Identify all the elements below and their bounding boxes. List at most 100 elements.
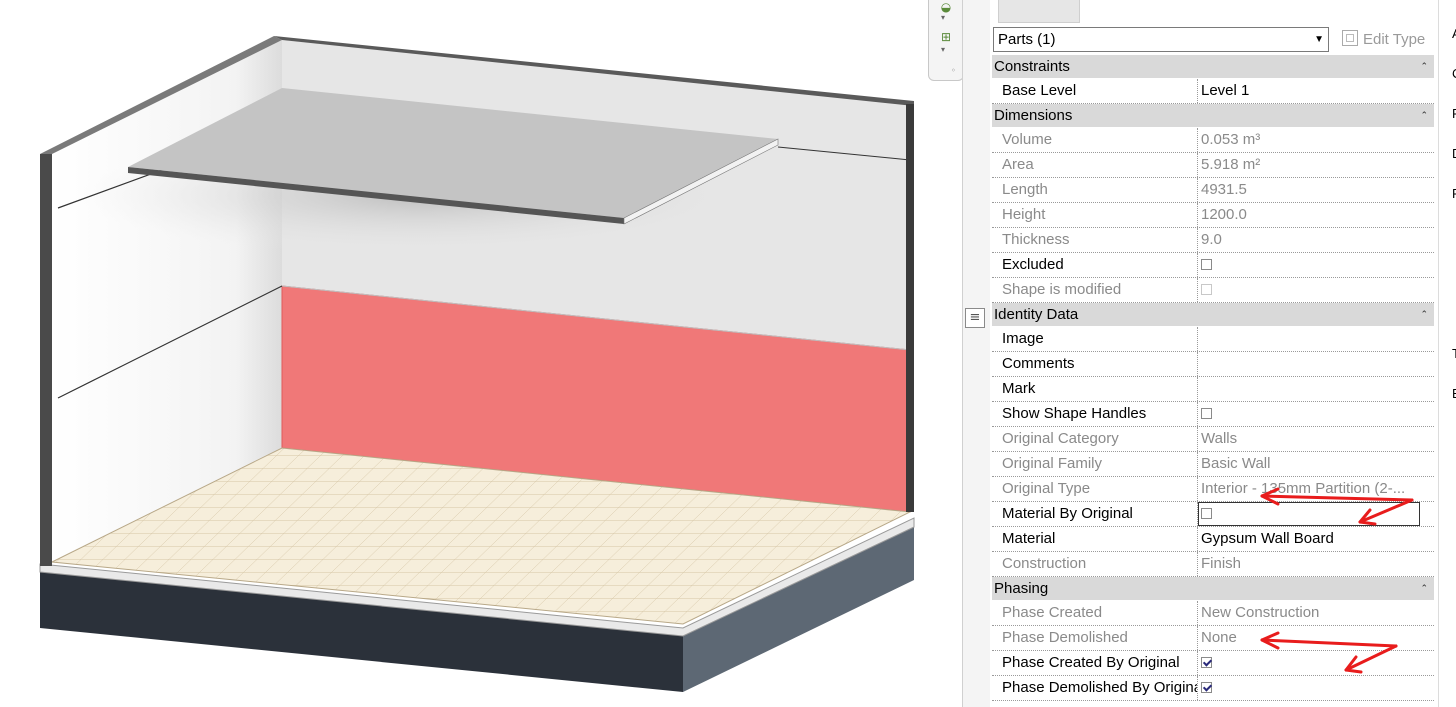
property-value-phase-demolished-by-original[interactable] (1198, 676, 1434, 700)
adjacent-label: E (1452, 386, 1456, 401)
property-value-material[interactable]: Gypsum Wall Board (1198, 527, 1434, 551)
checkbox[interactable] (1201, 682, 1212, 693)
property-row-phase-demolished: Phase Demolished None (992, 626, 1434, 651)
left-wall-edge (40, 154, 52, 566)
property-row-image: Image (992, 327, 1434, 352)
property-value-base-level[interactable]: Level 1 (1198, 79, 1434, 103)
property-value-comments[interactable] (1198, 352, 1434, 376)
property-value-thickness: 9.0 (1201, 231, 1222, 248)
property-value-material-by-original[interactable] (1198, 502, 1420, 526)
checkbox (1201, 284, 1212, 295)
property-name: Original Family (992, 452, 1198, 476)
property-name: Thickness (992, 228, 1198, 252)
property-value-height: 1200.0 (1201, 206, 1247, 223)
zoom-region-icon[interactable]: ⊞ (938, 30, 954, 44)
property-name: Phase Created By Original (992, 651, 1198, 675)
property-row-original-type: Original Type Interior - 135mm Partition … (992, 477, 1434, 502)
checkbox[interactable] (1201, 508, 1212, 519)
property-row-height: Height 1200.0 (992, 203, 1434, 228)
property-row-base-level: Base Level Level 1 (992, 79, 1434, 104)
panel-splitter[interactable]: ≡ (962, 0, 991, 707)
property-name: Shape is modified (992, 278, 1198, 302)
chevron-down-icon[interactable]: ▾ (941, 13, 945, 22)
group-header-dimensions[interactable]: Dimensions ⌃ (992, 104, 1434, 128)
property-name: Phase Demolished (992, 626, 1198, 650)
splitter-grip-icon[interactable]: ≡ (965, 308, 985, 328)
group-header-label: Dimensions (994, 107, 1073, 124)
properties-grid: Constraints ⌃ Base Level Level 1 Dimensions ⌃… (992, 55, 1434, 701)
property-value-original-category: Walls (1201, 430, 1238, 447)
group-header-label: Constraints (994, 58, 1070, 75)
collapse-chevron-icon[interactable]: ⌃ (1420, 104, 1428, 127)
property-row-original-family: Original Family Basic Wall (992, 452, 1434, 477)
property-row-area: Area 5.918 m² (992, 153, 1434, 178)
property-row-volume: Volume 0.053 m³ (992, 128, 1434, 153)
property-value-show-shape-handles[interactable] (1198, 402, 1434, 426)
group-header-label: Identity Data (994, 306, 1079, 323)
adjacent-label: A (1452, 26, 1456, 41)
checkbox[interactable] (1201, 259, 1212, 270)
property-row-material: Material Gypsum Wall Board (992, 527, 1434, 552)
property-row-thickness: Thickness 9.0 (992, 228, 1434, 253)
orbit-icon[interactable]: ◒ (938, 0, 954, 14)
chevron-down-icon[interactable]: ▼ (1314, 28, 1324, 51)
property-name: Comments (992, 352, 1198, 376)
checkbox[interactable] (1201, 408, 1212, 419)
property-value-image[interactable] (1198, 327, 1434, 351)
property-row-original-category: Original Category Walls (992, 427, 1434, 452)
property-name: Mark (992, 377, 1198, 401)
collapse-chevron-icon[interactable]: ⌃ (1420, 55, 1428, 78)
group-header-identity-data[interactable]: Identity Data ⌃ (992, 303, 1434, 327)
property-value-construction: Finish (1201, 555, 1242, 572)
property-row-show-shape-handles: Show Shape Handles (992, 402, 1434, 427)
property-name: Height (992, 203, 1198, 227)
property-name: Volume (992, 128, 1198, 152)
property-name: Excluded (992, 253, 1198, 277)
type-preview-image (998, 0, 1080, 23)
property-value-area: 5.918 m² (1201, 156, 1261, 173)
property-value-shape-is-modified (1198, 278, 1434, 302)
property-value-phase-created: New Construction (1201, 604, 1320, 621)
property-name: Length (992, 178, 1198, 202)
collapse-chevron-icon[interactable]: ⌃ (1420, 577, 1428, 600)
group-header-phasing[interactable]: Phasing ⌃ (992, 577, 1434, 601)
property-name: Show Shape Handles (992, 402, 1198, 426)
property-name: Original Category (992, 427, 1198, 451)
property-value-mark[interactable] (1198, 377, 1434, 401)
type-selector-dropdown[interactable]: Parts (1) ▼ (993, 27, 1329, 52)
property-name: Original Type (992, 477, 1198, 501)
property-value-volume: 0.053 m³ (1201, 131, 1261, 148)
chevron-down-icon[interactable]: ▾ (941, 45, 945, 54)
property-row-shape-is-modified: Shape is modified (992, 278, 1434, 303)
property-name: Construction (992, 552, 1198, 576)
property-row-material-by-original: Material By Original (992, 502, 1434, 527)
property-value-phase-created-by-original[interactable] (1198, 651, 1434, 675)
property-name: Material (992, 527, 1198, 551)
adjacent-label: F (1452, 106, 1456, 121)
property-row-phase-demolished-by-original: Phase Demolished By Original (992, 676, 1434, 701)
navigation-bar: ◒ ▾ ⊞ ▾ ◦ (928, 0, 964, 81)
property-name: Base Level (992, 79, 1198, 103)
property-value-phase-demolished: None (1201, 629, 1237, 646)
property-name: Phase Demolished By Original (992, 676, 1198, 700)
adjacent-label: D (1452, 146, 1456, 161)
property-row-excluded: Excluded (992, 253, 1434, 278)
edit-type-button[interactable]: Edit Type (1342, 27, 1425, 52)
property-row-phase-created: Phase Created New Construction (992, 601, 1434, 626)
property-row-mark: Mark (992, 377, 1434, 402)
group-header-label: Phasing (994, 580, 1049, 597)
property-value-length: 4931.5 (1201, 181, 1247, 198)
property-row-phase-created-by-original: Phase Created By Original (992, 651, 1434, 676)
edit-type-icon (1342, 30, 1358, 46)
property-name: Area (992, 153, 1198, 177)
checkbox[interactable] (1201, 657, 1212, 668)
group-header-constraints[interactable]: Constraints ⌃ (992, 55, 1434, 79)
back-wall-edge (906, 104, 914, 512)
property-row-length: Length 4931.5 (992, 178, 1434, 203)
property-row-construction: Construction Finish (992, 552, 1434, 577)
collapse-chevron-icon[interactable]: ⌃ (1420, 303, 1428, 326)
settings-dot-icon[interactable]: ◦ (951, 66, 956, 75)
adjacent-label: F (1452, 186, 1456, 201)
3d-view-canvas[interactable] (0, 0, 962, 707)
property-value-excluded[interactable] (1198, 253, 1434, 277)
